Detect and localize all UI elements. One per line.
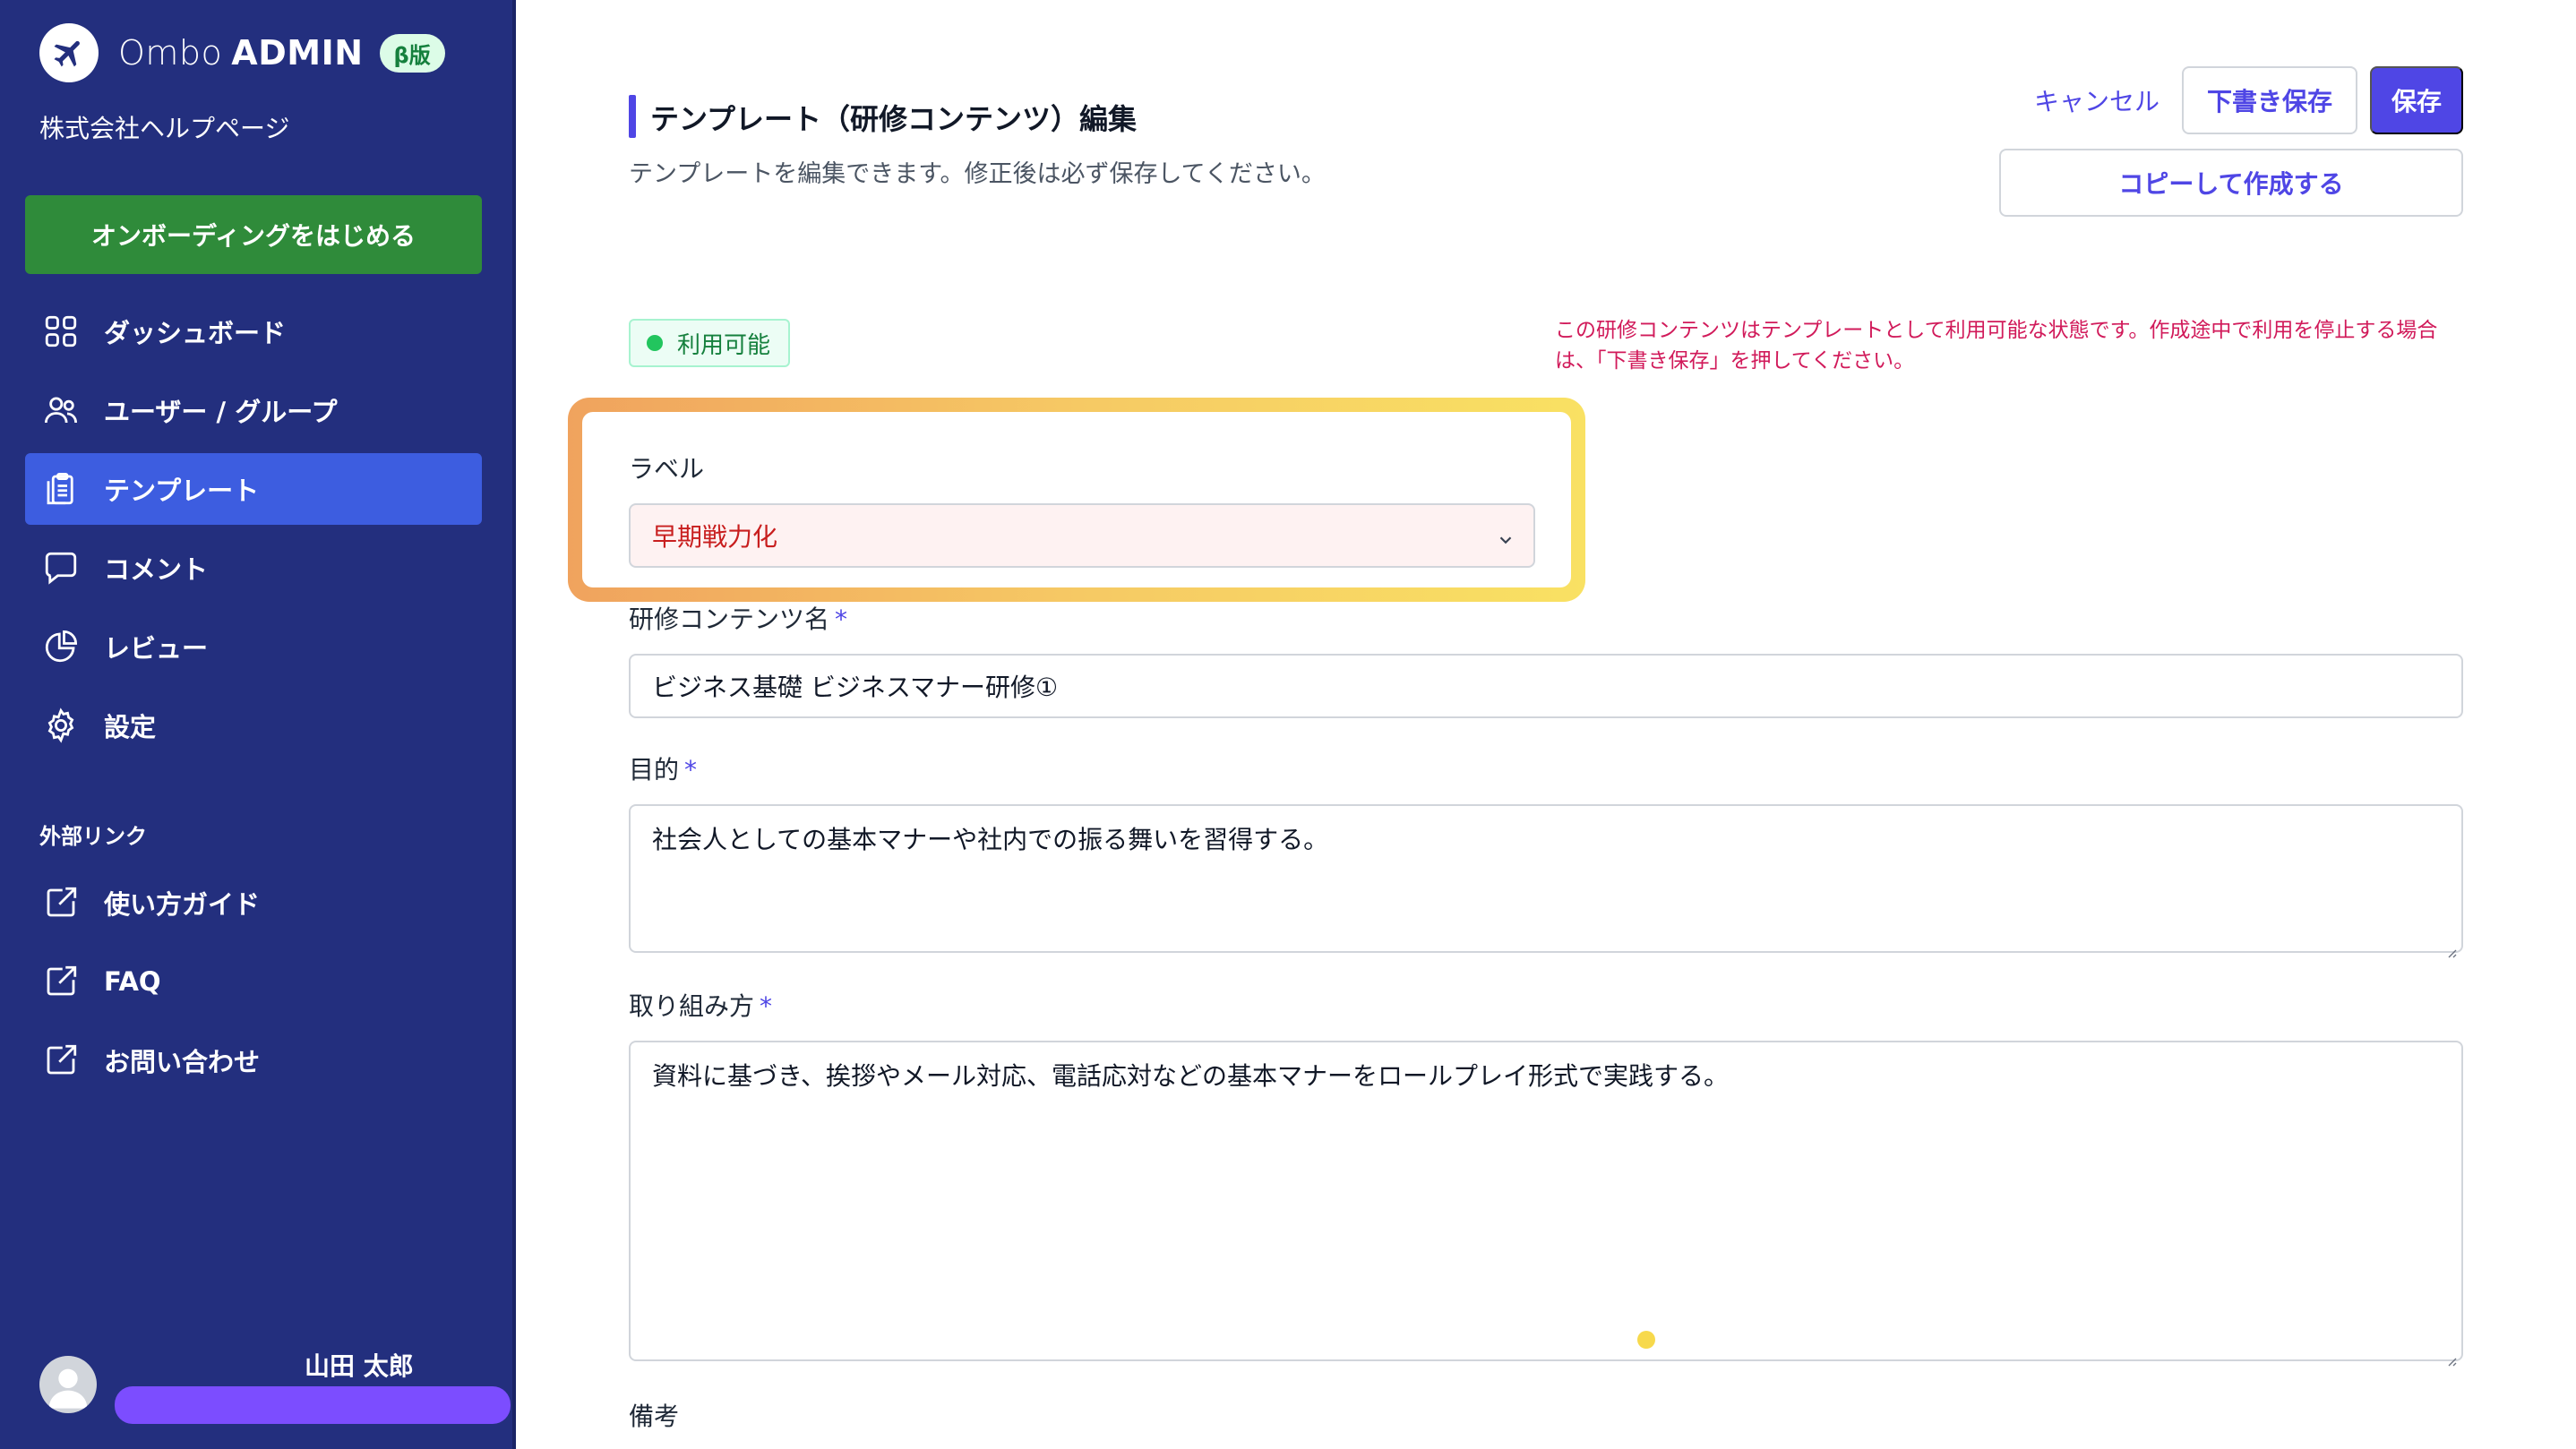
approach-label-text: 取り組み方: [629, 991, 755, 1021]
sidebar-item-dashboard[interactable]: ダッシュボード: [25, 296, 482, 367]
sidebar-item-label: ユーザー / グループ: [104, 397, 338, 427]
user-name: 山田 太郎: [305, 1351, 414, 1381]
approach-field-label: 取り組み方 *: [629, 987, 772, 1023]
purpose-textarea[interactable]: 社会人としての基本マナーや社内での振る舞いを習得する。: [629, 804, 2463, 958]
company-name: 株式会社ヘルプページ: [39, 114, 290, 143]
beta-badge: β版: [379, 33, 445, 73]
required-mark: *: [684, 755, 698, 785]
status-label: 利用可能: [677, 331, 771, 359]
required-mark: *: [760, 991, 773, 1021]
title-accent-bar: [629, 95, 636, 138]
sidebar-item-label: お問い合わせ: [104, 1047, 261, 1077]
approach-textarea[interactable]: 資料に基づき、挨拶やメール対応、電話応対などの基本マナーをロールプレイ形式で実践…: [629, 1041, 2463, 1367]
label-field-label: ラベル: [629, 454, 705, 484]
clipboard-icon: [41, 469, 81, 509]
sidebar-item-label: FAQ: [104, 966, 161, 997]
sidebar-item-label: レビュー: [104, 633, 209, 664]
sidebar-item-label: コメント: [104, 554, 209, 585]
pie-chart-icon: [41, 627, 81, 666]
save-button[interactable]: 保存: [2370, 66, 2463, 134]
user-menu[interactable]: 山田 太郎: [0, 1325, 516, 1449]
status-dot-icon: [647, 335, 663, 351]
user-account-bar[interactable]: [115, 1386, 511, 1424]
avatar[interactable]: [39, 1356, 97, 1413]
main-content: テンプレート（研修コンテンツ）編集 テンプレートを編集できます。修正後は必ず保存…: [516, 0, 2576, 1449]
resize-grip-icon[interactable]: [2443, 933, 2458, 958]
purpose-label-text: 目的: [629, 755, 680, 785]
users-icon: [41, 390, 81, 430]
external-link-icon: [41, 883, 81, 922]
purpose-field-label: 目的 *: [629, 750, 697, 786]
sidebar-item-templates[interactable]: テンプレート: [25, 453, 482, 525]
highlight-frame: [568, 398, 1585, 602]
sidebar-item-guide[interactable]: 使い方ガイド: [25, 867, 482, 939]
label-select[interactable]: 早期戦力化: [629, 503, 1535, 568]
content-name-label-text: 研修コンテンツ名: [629, 604, 830, 634]
sidebar-item-label: 設定: [104, 712, 157, 742]
save-draft-button[interactable]: 下書き保存: [2182, 66, 2357, 134]
sidebar-item-faq[interactable]: FAQ: [25, 946, 482, 1017]
brand-name-light: Ombo: [118, 33, 223, 73]
purpose-textarea-value: 社会人としての基本マナーや社内での振る舞いを習得する。: [652, 825, 1329, 854]
sidebar-item-contact[interactable]: お問い合わせ: [25, 1025, 482, 1096]
sidebar-item-label: ダッシュボード: [104, 318, 287, 348]
brand[interactable]: Ombo ADMIN β版: [39, 23, 445, 82]
copy-and-create-button[interactable]: コピーして作成する: [1999, 149, 2463, 217]
sidebar-item-comments[interactable]: コメント: [25, 532, 482, 604]
dashboard-grid-icon: [41, 312, 81, 351]
sidebar-item-users[interactable]: ユーザー / グループ: [25, 374, 482, 446]
external-links-section-title: 外部リンク: [39, 824, 147, 849]
sidebar-item-label: テンプレート: [104, 476, 260, 506]
brand-name: Ombo ADMIN: [118, 33, 364, 73]
approach-textarea-value: 資料に基づき、挨拶やメール対応、電話応対などの基本マナーをロールプレイ形式で実践…: [652, 1061, 1730, 1091]
required-mark: *: [835, 604, 848, 634]
sidebar-item-label: 使い方ガイド: [104, 889, 261, 920]
notes-field-label: 備考: [629, 1402, 680, 1431]
airplane-logo-icon: [39, 23, 99, 82]
brand-name-bold: ADMIN: [231, 33, 364, 73]
content-name-field-label: 研修コンテンツ名 *: [629, 600, 847, 636]
label-select-value: 早期戦力化: [652, 522, 778, 552]
sidebar-item-reviews[interactable]: レビュー: [25, 611, 482, 682]
page-title: テンプレート（研修コンテンツ）編集: [650, 102, 1138, 136]
page-description: テンプレートを編集できます。修正後は必ず保存してください。: [629, 160, 1326, 188]
sidebar: Ombo ADMIN β版 株式会社ヘルプページ オンボーディングをはじめる ダッ…: [0, 0, 516, 1449]
status-note: この研修コンテンツはテンプレートとして利用可能な状態です。作成途中で利用を停止す…: [1555, 319, 2438, 373]
chevron-down-icon: [1496, 527, 1516, 546]
content-name-input[interactable]: ビジネス基礎 ビジネスマナー研修①: [629, 654, 2463, 718]
comment-icon: [41, 548, 81, 587]
sidebar-item-settings[interactable]: 設定: [25, 690, 482, 761]
gear-icon: [41, 706, 81, 745]
status-badge: 利用可能: [629, 319, 791, 367]
external-link-icon: [41, 962, 81, 1001]
cursor-indicator: [1637, 1331, 1655, 1349]
start-onboarding-button[interactable]: オンボーディングをはじめる: [25, 195, 482, 274]
cancel-button[interactable]: キャンセル: [2012, 68, 2182, 133]
external-link-icon: [41, 1041, 81, 1080]
resize-grip-icon[interactable]: [2443, 1342, 2458, 1367]
